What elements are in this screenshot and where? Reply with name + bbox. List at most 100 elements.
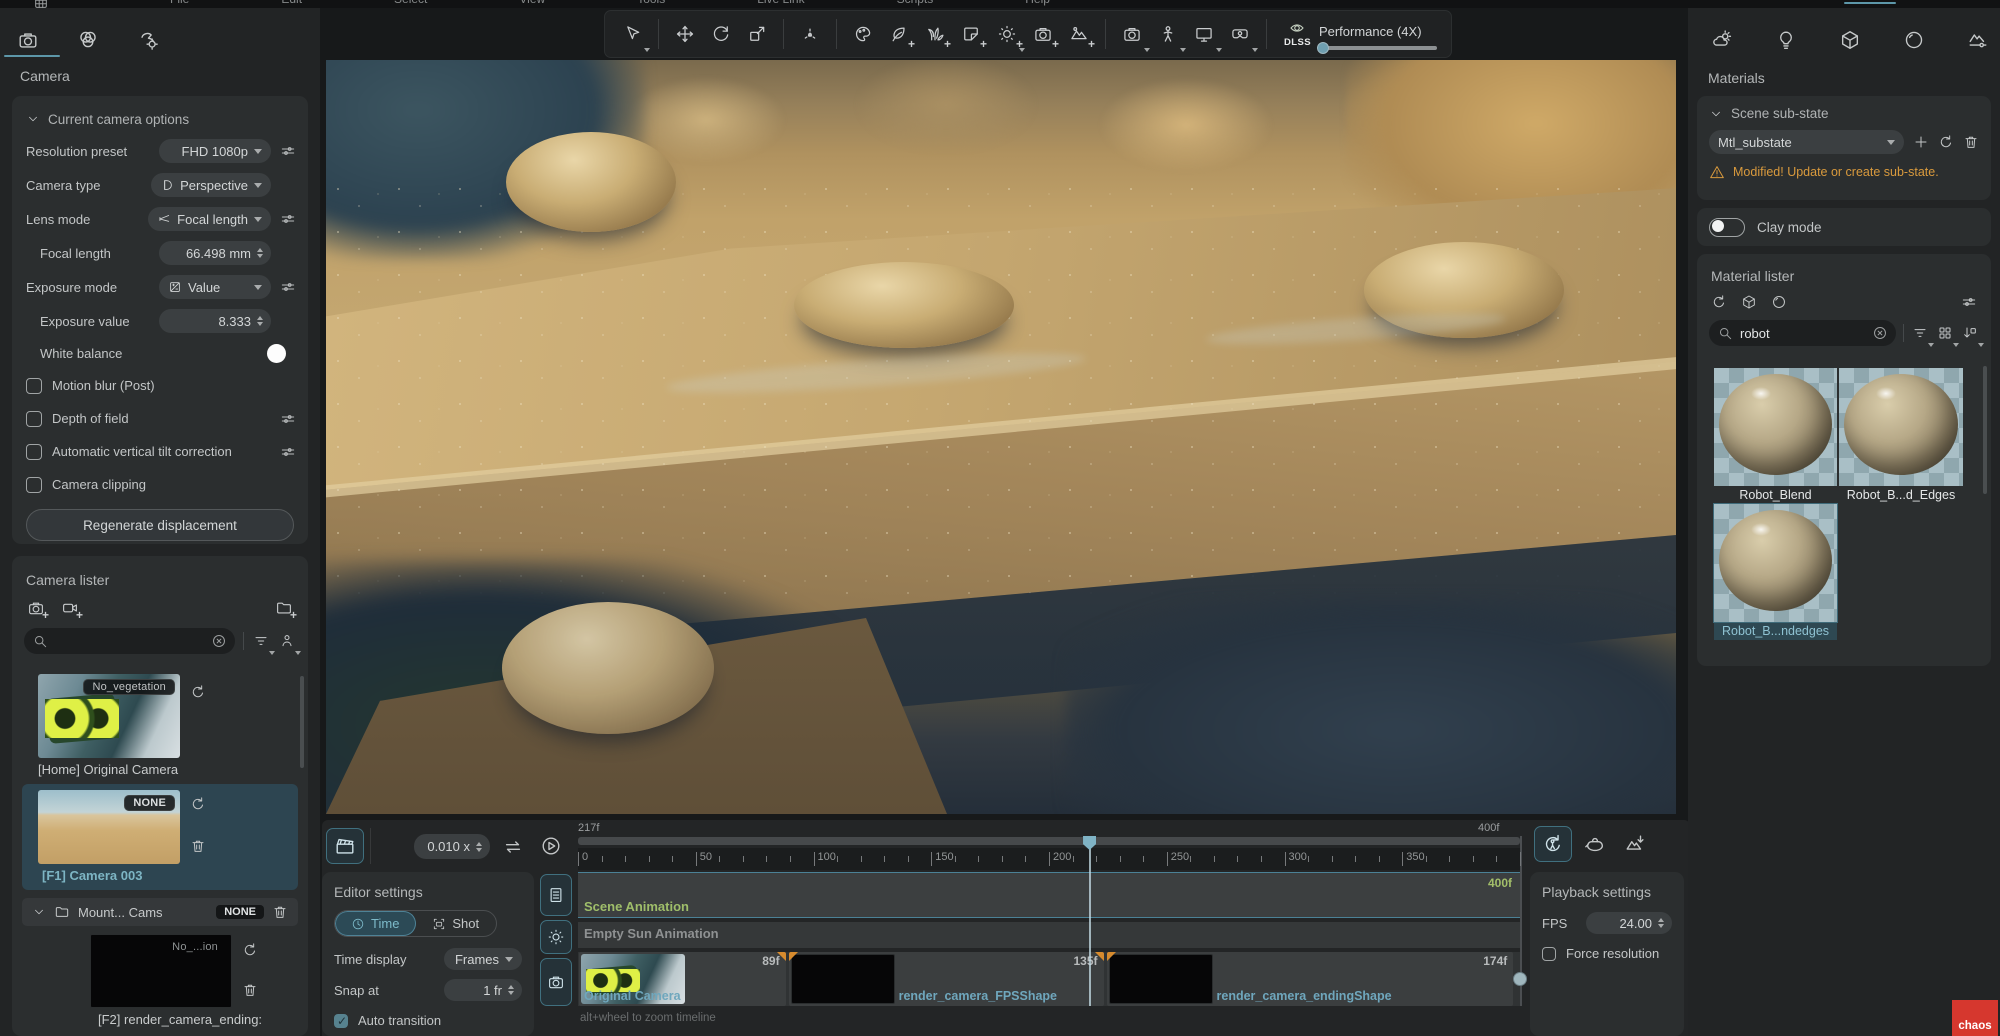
add-light-button[interactable] <box>994 21 1020 47</box>
menu-file[interactable]: File <box>170 0 189 6</box>
camera-clipping-checkbox[interactable] <box>26 477 42 493</box>
resolution-preset-dropdown[interactable]: FHD 1080p <box>159 139 271 163</box>
scale-tool[interactable] <box>744 21 770 47</box>
timeline-clip[interactable]: 135f render_camera_FPSShape <box>789 952 1104 1006</box>
menu-view[interactable]: View <box>519 0 545 6</box>
animation-editor-toggle-button[interactable] <box>326 828 364 864</box>
refresh-geometry-previews-icon[interactable] <box>1741 294 1757 310</box>
sun-animation-track[interactable]: Empty Sun Animation <box>578 922 1520 948</box>
refresh-thumbnail-icon[interactable] <box>190 684 206 700</box>
substate-dropdown[interactable]: Mtl_substate <box>1709 130 1904 154</box>
add-environment-button[interactable] <box>1066 21 1092 47</box>
walk-animation-button[interactable] <box>1534 826 1572 862</box>
menu-live-link[interactable]: Live Link <box>757 0 804 6</box>
exposure-value-field[interactable]: 8.333 <box>159 309 271 333</box>
camera-thumbnail[interactable]: NONE <box>38 790 180 864</box>
transition-marker[interactable] <box>1107 952 1116 961</box>
exposure-mode-dropdown[interactable]: Value <box>159 275 271 299</box>
refresh-previews-icon[interactable] <box>1711 294 1727 310</box>
snap-at-stepper[interactable] <box>508 985 514 995</box>
render-viewport[interactable] <box>326 60 1676 814</box>
lens-mode-dropdown[interactable]: Focal length <box>148 207 271 231</box>
time-display-dropdown[interactable]: Frames <box>444 948 522 970</box>
vr-mode-button[interactable] <box>1227 21 1253 47</box>
camera-track-button[interactable] <box>540 958 572 1006</box>
scene-animation-track[interactable]: Scene Animation 400f <box>578 872 1520 918</box>
camera-filter-icon[interactable] <box>252 632 270 650</box>
tab-lights[interactable] <box>1772 26 1800 54</box>
dof-settings-icon[interactable] <box>280 411 296 427</box>
export-environment-icon[interactable] <box>1624 833 1646 855</box>
menu-tools[interactable]: Tools <box>637 0 665 6</box>
chevron-down-icon[interactable] <box>32 905 46 919</box>
tab-camera[interactable] <box>14 26 42 54</box>
transition-marker[interactable] <box>777 952 786 961</box>
playback-speed-field[interactable]: 0.010 x <box>414 834 490 859</box>
material-thumbnail[interactable] <box>1714 504 1837 622</box>
white-balance-color-swatch[interactable] <box>267 344 286 363</box>
camera-folder-row[interactable]: Mount... Cams NONE <box>22 898 298 926</box>
motion-blur-checkbox[interactable] <box>26 378 42 394</box>
display-mode-button[interactable] <box>1191 21 1217 47</box>
fps-stepper[interactable] <box>1658 918 1664 928</box>
menu-scripts[interactable]: Scripts <box>897 0 934 6</box>
clear-search-icon[interactable] <box>211 633 227 649</box>
tab-materials[interactable] <box>1900 26 1928 54</box>
camera-type-dropdown[interactable]: Perspective <box>151 173 271 197</box>
auto-transition-checkbox[interactable] <box>334 1014 348 1028</box>
material-search-input[interactable]: robot <box>1709 320 1896 346</box>
menu-help[interactable]: Help <box>1025 0 1050 6</box>
tab-render-settings[interactable] <box>1964 26 1992 54</box>
camera-thumbnail[interactable]: No_...ion <box>90 934 232 1008</box>
material-item-selected[interactable]: Robot_B...ndedges <box>1714 504 1837 640</box>
vertical-tilt-checkbox[interactable] <box>26 444 42 460</box>
camera-item-label[interactable]: [F2] render_camera_ending: <box>98 1012 262 1027</box>
timeline-scrollbar[interactable] <box>578 837 1520 845</box>
exposure-settings-icon[interactable] <box>280 279 296 295</box>
camera-item-label[interactable]: [Home] Original Camera <box>38 762 178 777</box>
camera-thumbnail[interactable]: No_vegetation <box>38 674 180 758</box>
tab-scene-settings[interactable] <box>134 26 162 54</box>
menu-edit[interactable]: Edit <box>281 0 302 6</box>
material-sort-icon[interactable] <box>1961 324 1979 342</box>
walk-mode-button[interactable] <box>1155 21 1181 47</box>
play-button[interactable] <box>540 835 562 857</box>
delete-camera-icon[interactable] <box>190 838 206 854</box>
delete-folder-icon[interactable] <box>272 904 288 920</box>
camera-clips-track[interactable]: 89f Original Camera 135f render_camera_F… <box>578 952 1520 1006</box>
delete-camera-icon[interactable] <box>242 982 258 998</box>
delete-substate-icon[interactable] <box>1963 134 1979 150</box>
benchmark-teapot-icon[interactable] <box>1584 833 1606 855</box>
clay-mode-toggle[interactable] <box>1709 218 1745 237</box>
camera-list-item[interactable]: No_vegetation [Home] Original Camera <box>24 672 296 780</box>
time-tab[interactable]: Time <box>335 911 416 936</box>
color-correction-tool[interactable] <box>850 21 876 47</box>
timeline-clip[interactable]: 174f render_camera_endingShape <box>1107 952 1514 1006</box>
tab-geometry[interactable] <box>1836 26 1864 54</box>
camera-lister-scrollbar[interactable] <box>300 676 304 768</box>
timeline-playhead[interactable] <box>1089 836 1091 1006</box>
material-item[interactable]: Robot_B...d_Edges <box>1839 368 1963 504</box>
playback-speed-stepper[interactable] <box>476 842 482 852</box>
refresh-sphere-previews-icon[interactable] <box>1771 294 1787 310</box>
clear-search-icon[interactable] <box>1872 325 1888 341</box>
add-render-camera-button[interactable] <box>60 598 80 618</box>
tab-color-corrections[interactable] <box>74 26 102 54</box>
add-substate-icon[interactable] <box>1913 134 1929 150</box>
sun-track-button[interactable] <box>540 920 572 954</box>
menu-select[interactable]: Select <box>394 0 427 6</box>
group-header-current-camera-options[interactable]: Current camera options <box>12 104 308 134</box>
add-vegetation-button[interactable] <box>886 21 912 47</box>
focal-length-stepper[interactable] <box>257 248 263 258</box>
material-item[interactable]: Robot_Blend <box>1714 368 1837 504</box>
fps-field[interactable]: 24.00 <box>1586 912 1672 934</box>
group-header-scene-substate[interactable]: Scene sub-state <box>1709 106 1979 121</box>
performance-slider-knob[interactable] <box>1317 42 1329 54</box>
update-substate-icon[interactable] <box>1938 134 1954 150</box>
transition-marker[interactable] <box>789 952 798 961</box>
material-thumbnail[interactable] <box>1839 368 1963 486</box>
loop-playback-icon[interactable] <box>502 836 524 858</box>
select-tool[interactable] <box>619 21 645 47</box>
transition-marker[interactable] <box>1095 952 1104 961</box>
move-tool[interactable] <box>672 21 698 47</box>
